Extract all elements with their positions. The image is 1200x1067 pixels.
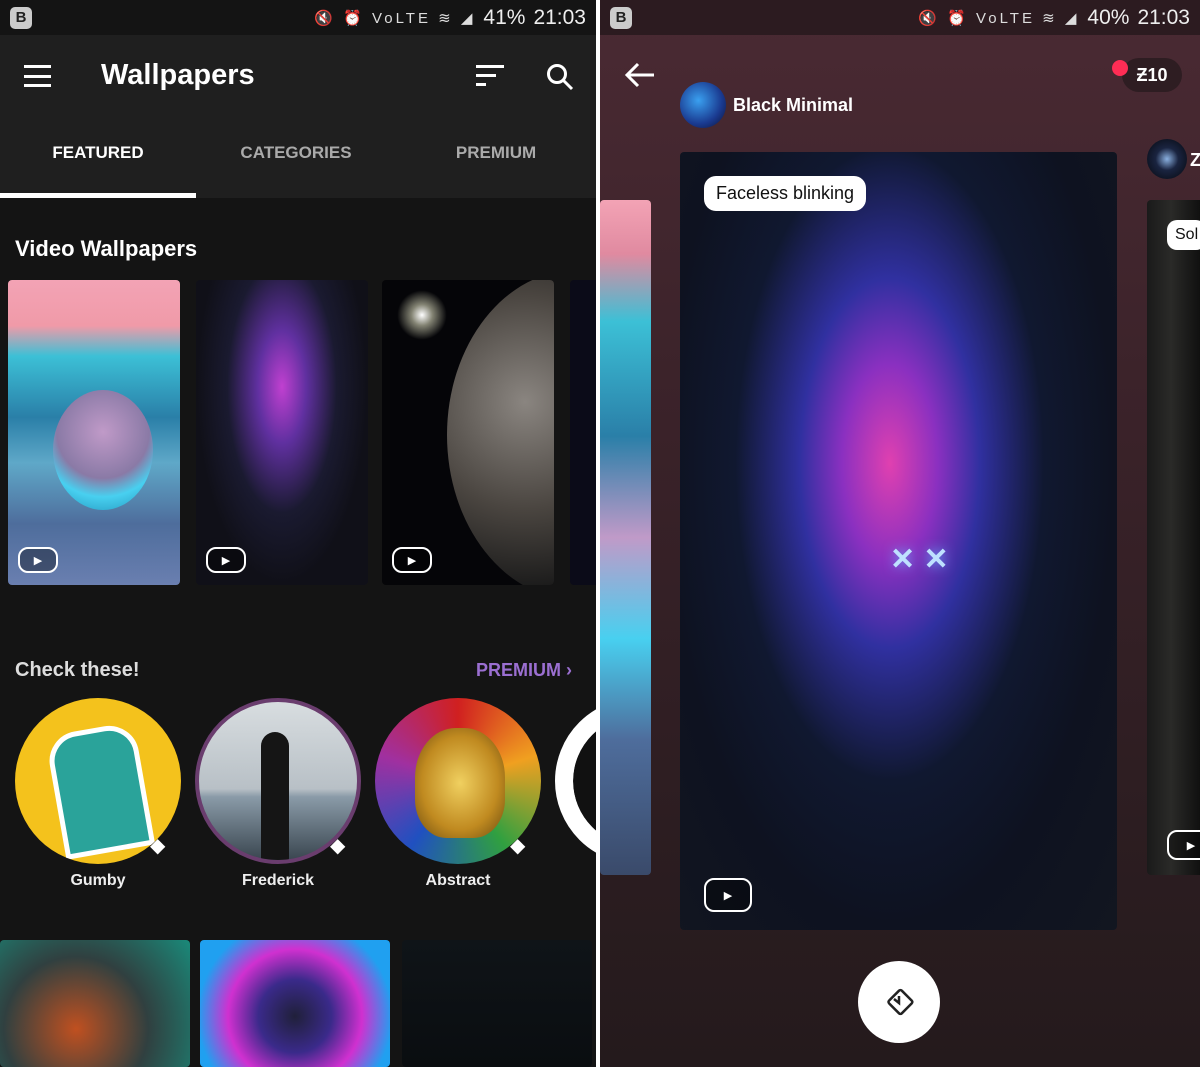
set-wallpaper-button[interactable]	[858, 961, 940, 1043]
sort-icon[interactable]	[476, 65, 504, 86]
app-badge-icon: B	[10, 6, 32, 29]
video-play-icon: ▶	[1167, 830, 1200, 860]
battery-level: 41%	[483, 5, 526, 29]
app-badge-icon: B	[610, 6, 632, 29]
credits-button[interactable]: Ƶ10	[1122, 58, 1182, 92]
item-label-frederick: Frederick	[241, 872, 315, 889]
next-author-avatar[interactable]	[1147, 139, 1187, 179]
premium-diamond-icon: ◆	[330, 835, 346, 857]
video-card-neon-flame[interactable]: ▶	[196, 280, 368, 585]
golden-skull	[415, 728, 505, 838]
apply-wallpaper-icon	[887, 988, 914, 1016]
video-card-partial[interactable]	[570, 280, 596, 585]
status-bar: B 🔇 ⏰ VoLTE ≋ ◢ 41% 21:03	[0, 0, 596, 35]
chevron-right-icon: ›	[566, 660, 573, 680]
clock: 21:03	[533, 5, 586, 29]
item-label-gumby: Gumby	[70, 872, 126, 889]
wallpaper-title-chip: Faceless blinking	[704, 176, 867, 211]
next-wallpaper-peek[interactable]: Sol ▶	[1147, 200, 1200, 875]
video-play-icon: ▶	[704, 878, 752, 912]
section-title-check: Check these!	[15, 659, 140, 681]
previous-wallpaper-peek[interactable]	[600, 200, 651, 875]
video-play-icon: ▶	[206, 547, 246, 573]
back-arrow-icon[interactable]	[624, 61, 656, 89]
sun-glow	[397, 290, 447, 340]
status-bar: B 🔇 ⏰ VoLTE ≋ ◢ 40% 21:03	[600, 0, 1200, 35]
active-tab-indicator	[0, 193, 196, 198]
battery-level: 40%	[1087, 5, 1130, 29]
section-title-video: Video Wallpapers	[15, 236, 198, 261]
glowing-eyes: ✕ ✕	[890, 543, 949, 576]
premium-diamond-icon: ◆	[510, 835, 526, 857]
wallpaper-tile-neon-hood[interactable]	[200, 940, 390, 1067]
tab-featured[interactable]: FEATURED	[0, 143, 196, 163]
page-title: Wallpapers	[101, 59, 255, 91]
wallpapers-home-screen: B 🔇 ⏰ VoLTE ≋ ◢ 41% 21:03 Wallpapers FEA…	[0, 0, 596, 1067]
menu-icon[interactable]	[24, 65, 51, 87]
wallpaper-tile-lava[interactable]	[0, 940, 190, 1067]
status-icons: 🔇 ⏰ VoLTE ≋ ◢	[314, 9, 476, 27]
wallpaper-detail-screen: B 🔇 ⏰ VoLTE ≋ ◢ 40% 21:03 Black Minimal …	[600, 0, 1200, 1067]
search-icon[interactable]	[546, 63, 574, 91]
earth-image	[447, 280, 554, 585]
collection-avatar[interactable]	[680, 82, 726, 128]
clock: 21:03	[1137, 5, 1190, 29]
tab-premium[interactable]: PREMIUM	[396, 143, 596, 163]
next-author-name: Z	[1190, 150, 1200, 170]
item-label-abstract: Abstract	[425, 872, 491, 889]
video-card-crystal-ball[interactable]: ▶	[8, 280, 180, 585]
app-bar: Wallpapers FEATURED CATEGORIES PREMIUM	[0, 35, 596, 198]
crystal-ball-image	[53, 390, 153, 510]
premium-diamond-icon: ◆	[150, 835, 166, 857]
premium-link[interactable]: PREMIUM ›	[476, 660, 572, 681]
next-wallpaper-chip: Sol	[1167, 220, 1200, 250]
video-play-icon: ▶	[392, 547, 432, 573]
tab-categories[interactable]: CATEGORIES	[196, 143, 396, 163]
wallpaper-preview-card[interactable]: Faceless blinking ✕ ✕ ▶	[680, 152, 1117, 930]
collection-name[interactable]: Black Minimal	[733, 95, 853, 116]
status-icons: 🔇 ⏰ VoLTE ≋ ◢	[918, 9, 1080, 27]
avatar-partial[interactable]	[555, 698, 596, 864]
silhouette-figure	[261, 732, 289, 860]
video-play-icon: ▶	[18, 547, 58, 573]
gumby-figure	[44, 721, 156, 860]
video-card-earth[interactable]: ▶	[382, 280, 554, 585]
wallpaper-tile-dark[interactable]	[402, 940, 592, 1067]
notification-dot	[1112, 60, 1128, 76]
